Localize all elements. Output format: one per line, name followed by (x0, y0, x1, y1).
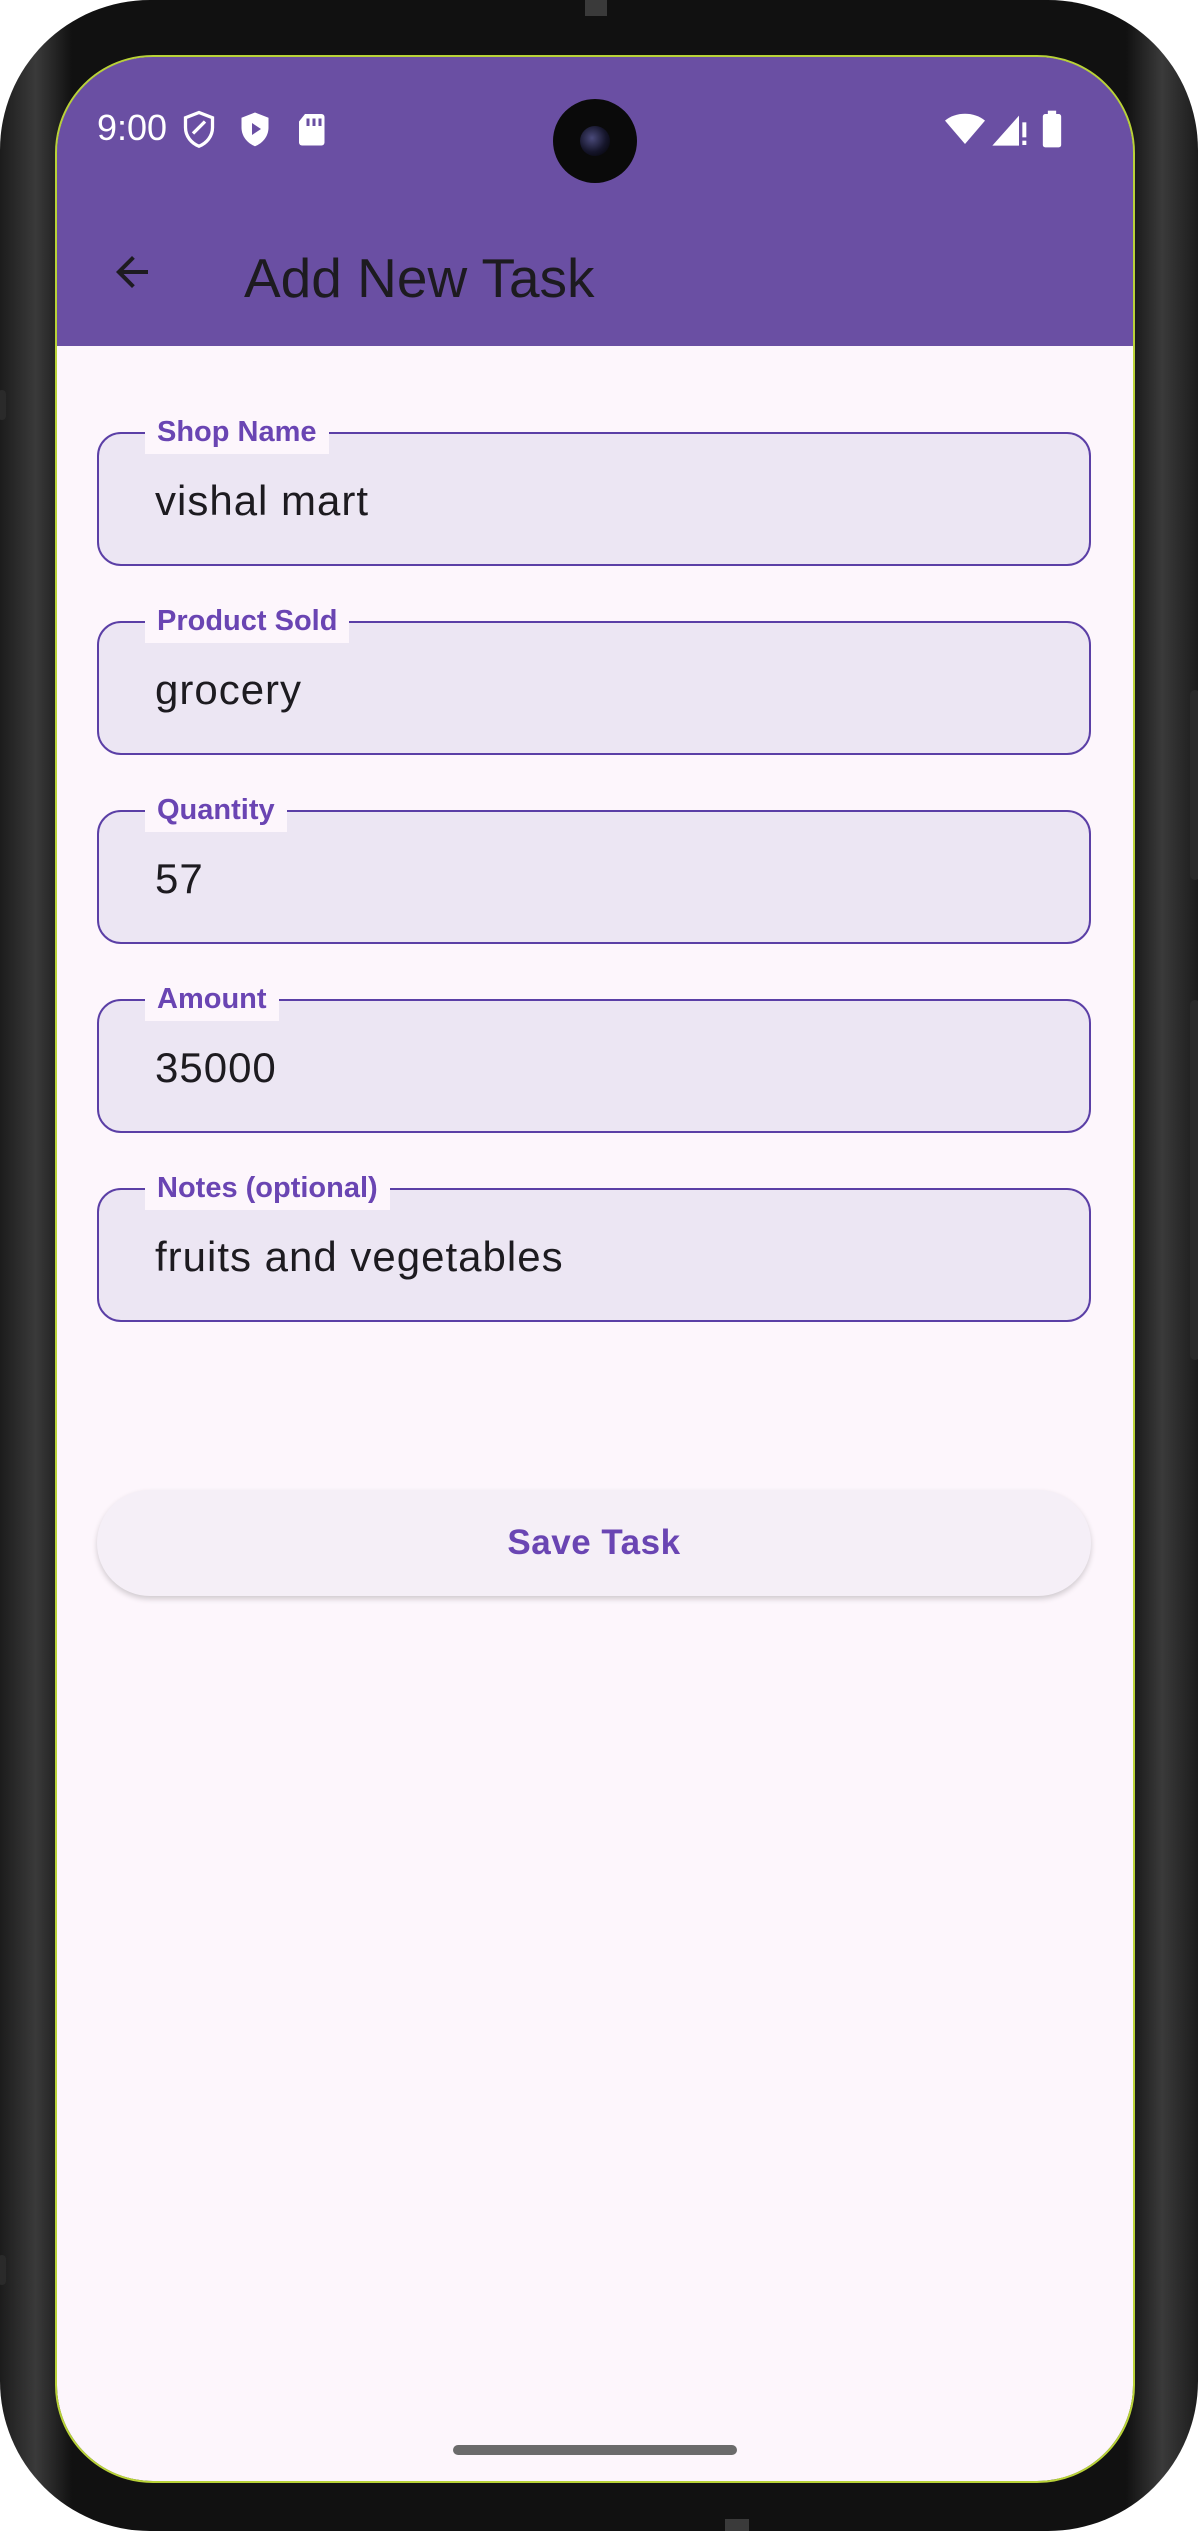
shield-outline-icon (181, 109, 217, 149)
antenna-line-bottom (725, 2519, 749, 2531)
screen: 9:00 Add New Task Shop Name vishal mart … (55, 55, 1135, 2483)
wifi-icon (943, 109, 987, 149)
arrow-back-icon (108, 248, 156, 301)
status-time: 9:00 (97, 107, 168, 148)
field-value: vishal mart (155, 477, 370, 524)
battery-icon (1039, 109, 1065, 149)
quantity-field[interactable]: Quantity 57 (97, 788, 1091, 944)
back-button[interactable] (97, 239, 167, 309)
product-sold-field[interactable]: Product Sold grocery (97, 599, 1091, 755)
field-label: Quantity (145, 788, 287, 832)
field-label: Amount (145, 977, 279, 1021)
play-shield-icon (237, 109, 273, 149)
volume-button (1190, 1000, 1198, 1360)
shop-name-field[interactable]: Shop Name vishal mart (97, 410, 1091, 566)
field-value: 35000 (155, 1044, 277, 1091)
frame-accent-left-top (0, 390, 6, 420)
front-camera (553, 99, 637, 183)
field-label: Product Sold (145, 599, 350, 643)
field-value: 57 (155, 855, 204, 902)
save-task-button[interactable]: Save Task (97, 1490, 1091, 1596)
amount-field[interactable]: Amount 35000 (97, 977, 1091, 1133)
field-value: fruits and vegetables (155, 1233, 564, 1280)
home-indicator[interactable] (453, 2445, 737, 2455)
power-button (1190, 690, 1198, 880)
page-title: Add New Task (244, 247, 595, 309)
frame-accent-left-bottom (0, 2255, 6, 2285)
app-bar: 9:00 Add New Task (57, 57, 1133, 346)
field-label: Shop Name (145, 410, 329, 454)
antenna-line-top (585, 0, 607, 16)
phone-frame: 9:00 Add New Task Shop Name vishal mart … (0, 0, 1198, 2531)
field-label: Notes (optional) (145, 1166, 390, 1210)
notes-field[interactable]: Notes (optional) fruits and vegetables (97, 1166, 1091, 1322)
sd-card-icon (293, 109, 329, 149)
field-value: grocery (155, 666, 303, 713)
cellular-signal-icon (989, 109, 1029, 149)
